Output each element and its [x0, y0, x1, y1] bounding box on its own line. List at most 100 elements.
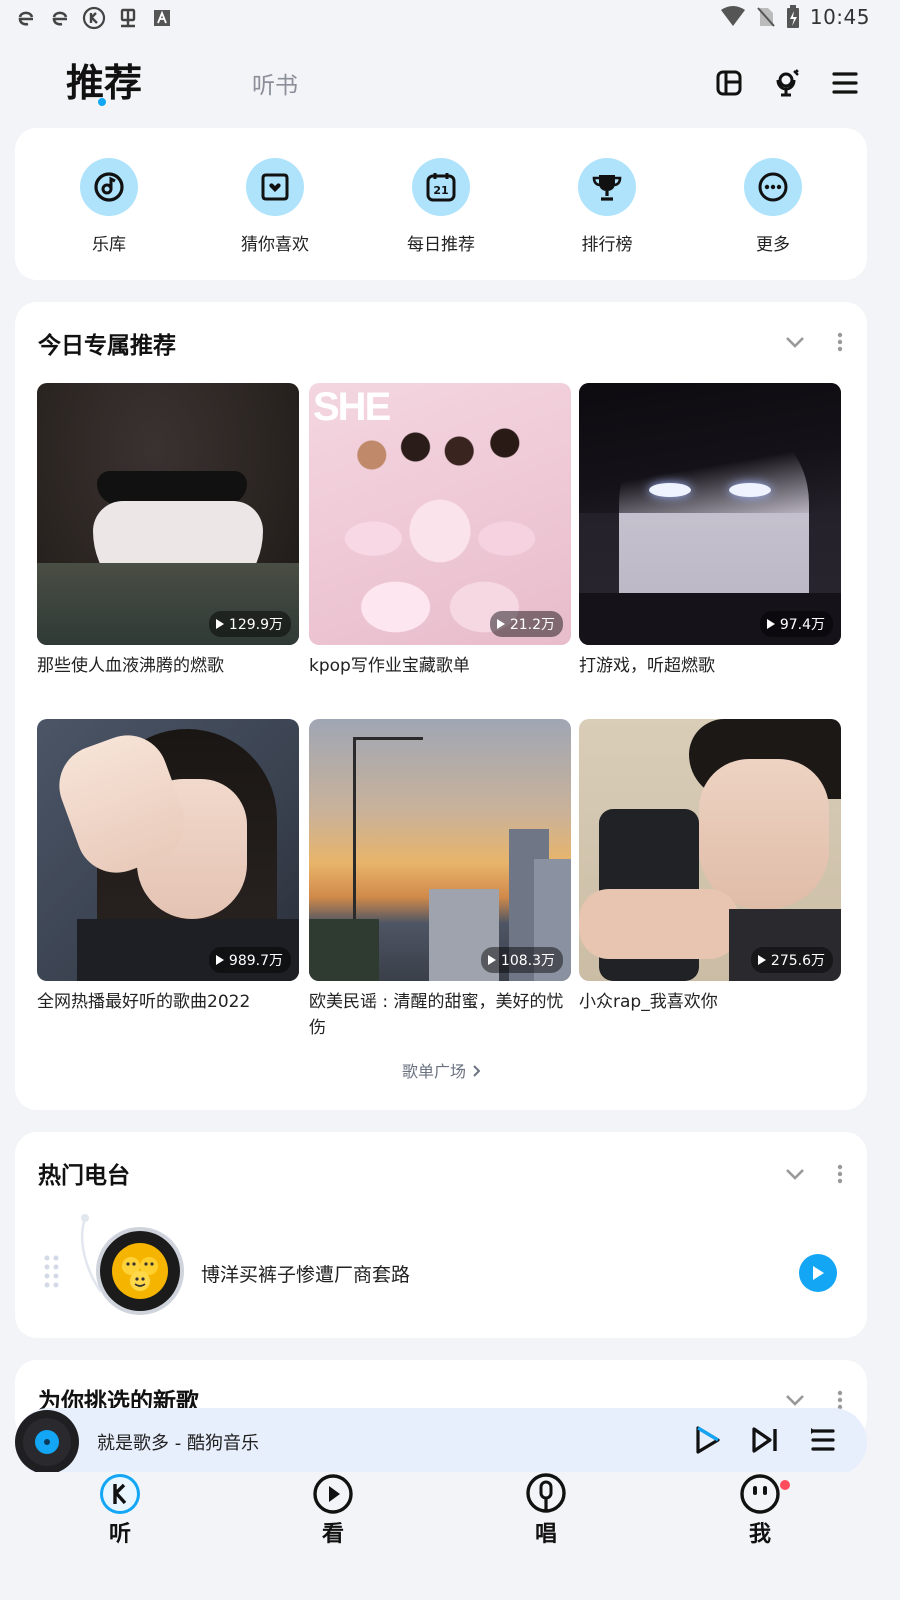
- quick-link-label: 更多: [756, 235, 790, 255]
- quick-link-more[interactable]: 更多: [713, 158, 833, 255]
- chevron-right-icon: [472, 1062, 481, 1081]
- play-icon: [215, 955, 224, 965]
- playlist-title: 全网热播最好听的歌曲2022: [37, 992, 251, 1012]
- playlist-cover-image: 275.6万: [579, 719, 841, 981]
- section-title: 今日专属推荐: [38, 333, 176, 359]
- play-count: 21.2万: [509, 617, 555, 633]
- music-library-icon: [80, 158, 138, 216]
- playlist-plaza-label: 歌单广场: [401, 1062, 466, 1081]
- playlist-cover-image: 129.9万: [37, 383, 299, 645]
- playlist-card[interactable]: 97.4万 打游戏，听超燃歌: [579, 383, 841, 679]
- playlist-queue-icon[interactable]: [809, 1425, 837, 1455]
- guess-like-icon: [246, 158, 304, 216]
- bug-icon: [116, 6, 140, 30]
- play-count: 989.7万: [228, 953, 283, 969]
- notification-dot: [780, 1480, 790, 1490]
- quick-link-charts[interactable]: 排行榜: [547, 158, 667, 255]
- playlist-card[interactable]: 275.6万 小众rap_我喜欢你: [579, 719, 841, 1015]
- play-circle-icon: [311, 1472, 355, 1516]
- status-notification-icons: [14, 6, 174, 30]
- wifi-icon: [720, 6, 745, 26]
- tab-audiobooks[interactable]: 听书: [252, 66, 298, 100]
- play-count-badge: 129.9万: [208, 611, 291, 637]
- play-icon: [487, 955, 496, 965]
- kebab-menu-icon[interactable]: [837, 1164, 843, 1184]
- chevron-down-icon[interactable]: [785, 335, 805, 349]
- quick-link-label: 排行榜: [581, 235, 633, 255]
- hot-radio-card: 热门电台 博洋买裤子惨遭厂商套路: [15, 1132, 867, 1338]
- nav-label: 唱: [534, 1522, 557, 1547]
- play-icon: [766, 619, 775, 629]
- quick-link-guess-like[interactable]: 猜你喜欢: [215, 158, 335, 255]
- microphone-icon: [524, 1472, 568, 1516]
- kebab-menu-icon[interactable]: [837, 1390, 843, 1410]
- playlist-card[interactable]: 108.3万 欧美民谣 : 清醒的甜蜜，美好的忧伤: [309, 719, 571, 1041]
- play-icon: [215, 619, 224, 629]
- chevron-down-icon[interactable]: [785, 1167, 805, 1181]
- quick-link-daily[interactable]: 21 每日推荐: [381, 158, 501, 255]
- nav-label: 看: [321, 1522, 344, 1547]
- play-count: 97.4万: [779, 617, 825, 633]
- kebab-menu-icon[interactable]: [837, 332, 843, 352]
- quick-link-music-library[interactable]: 乐库: [49, 158, 169, 255]
- calendar-badge: 21: [433, 184, 448, 197]
- section-controls: [785, 1390, 843, 1410]
- e-icon: [48, 6, 72, 30]
- playlist-cover-image: 989.7万: [37, 719, 299, 981]
- daily-playlists-card: 今日专属推荐 129.9万 那些使人血液沸腾的燃歌 SHE 21.2万 kpop…: [15, 302, 867, 1110]
- play-icon: [496, 619, 505, 629]
- playlist-title: 小众rap_我喜欢你: [579, 992, 718, 1012]
- playlist-card[interactable]: 989.7万 全网热播最好听的歌曲2022: [37, 719, 299, 1015]
- playlist-cover-image: SHE 21.2万: [309, 383, 571, 645]
- playlist-card[interactable]: SHE 21.2万 kpop写作业宝藏歌单: [309, 383, 571, 679]
- now-playing-disc[interactable]: [15, 1410, 79, 1474]
- play-count: 129.9万: [228, 617, 283, 633]
- kugou-k-icon: [82, 6, 106, 30]
- mini-player[interactable]: 就是歌多 - 酷狗音乐: [15, 1408, 867, 1476]
- status-bar: 10:45: [0, 0, 900, 36]
- radio-station-title[interactable]: 博洋买裤子惨遭厂商套路: [201, 1260, 410, 1287]
- more-icon: [744, 158, 802, 216]
- no-sim-icon: [757, 7, 775, 27]
- playlist-plaza-link[interactable]: 歌单广场: [15, 1058, 867, 1082]
- playlist-card[interactable]: 129.9万 那些使人血液沸腾的燃歌: [37, 383, 299, 679]
- active-tab-indicator: [98, 98, 106, 106]
- trophy-icon: [578, 158, 636, 216]
- play-count-badge: 21.2万: [489, 611, 563, 637]
- section-title: 热门电台: [38, 1163, 130, 1189]
- radio-play-button[interactable]: [799, 1254, 837, 1292]
- voice-search-icon[interactable]: [772, 68, 802, 98]
- e-icon: [14, 6, 38, 30]
- nav-label: 听: [108, 1522, 131, 1547]
- menu-icon[interactable]: [830, 68, 860, 98]
- nav-tab-me[interactable]: 我: [720, 1472, 800, 1548]
- nav-tab-watch[interactable]: 看: [293, 1472, 373, 1548]
- quick-link-label: 猜你喜欢: [241, 235, 309, 255]
- playlist-cover-image: 97.4万: [579, 383, 841, 645]
- play-count: 108.3万: [500, 953, 555, 969]
- top-header: 推荐 听书: [0, 44, 900, 120]
- a-icon: [150, 6, 174, 30]
- playlist-title: kpop写作业宝藏歌单: [309, 656, 470, 676]
- chevron-down-icon[interactable]: [785, 1393, 805, 1407]
- quick-links-card: 乐库 猜你喜欢 21 每日推荐 排行榜 更多: [15, 128, 867, 280]
- playlist-title: 打游戏，听超燃歌: [579, 656, 715, 676]
- playlist-title: 欧美民谣 : 清醒的甜蜜，美好的忧伤: [309, 992, 564, 1038]
- header-actions: [714, 68, 860, 98]
- now-playing-title: 就是歌多 - 酷狗音乐: [97, 1433, 259, 1454]
- section-controls: [785, 332, 843, 352]
- calendar-icon: 21: [412, 158, 470, 216]
- play-count: 275.6万: [770, 953, 825, 969]
- nav-tab-listen[interactable]: 听: [80, 1472, 160, 1548]
- player-controls: [693, 1425, 837, 1455]
- play-count-badge: 97.4万: [759, 611, 833, 637]
- nav-tab-sing[interactable]: 唱: [506, 1472, 586, 1548]
- layout-icon[interactable]: [714, 68, 744, 98]
- play-icon[interactable]: [693, 1425, 721, 1455]
- play-icon: [757, 955, 766, 965]
- radio-vinyl-disc[interactable]: [80, 1214, 185, 1316]
- next-track-icon[interactable]: [751, 1425, 779, 1455]
- play-count-badge: 989.7万: [208, 947, 291, 973]
- status-system-icons: 10:45: [720, 5, 870, 29]
- drag-handle-icon[interactable]: [43, 1254, 61, 1292]
